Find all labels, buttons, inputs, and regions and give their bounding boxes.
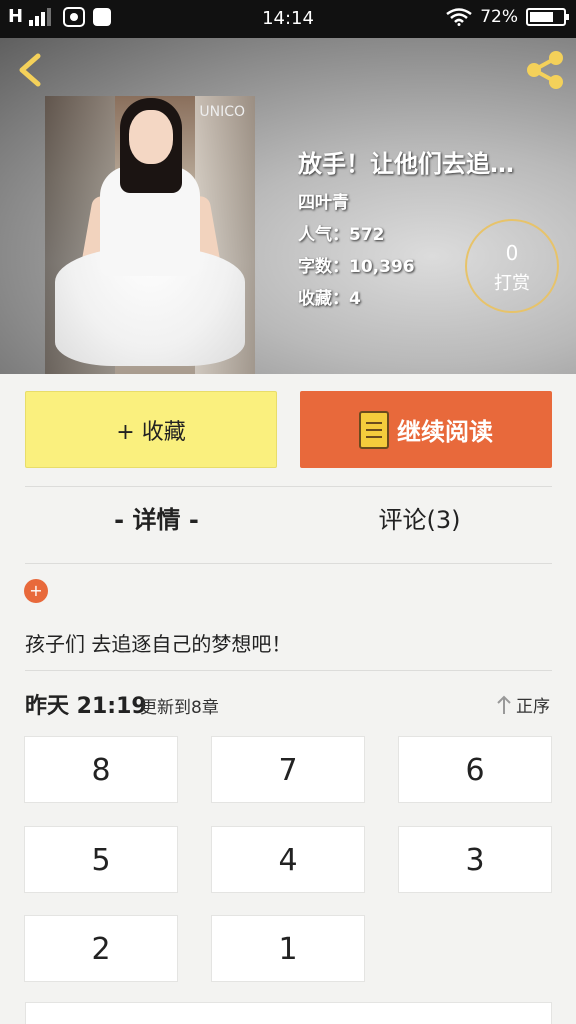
sort-label: 正序 [516,697,550,717]
divider [25,563,552,564]
tab-comments[interactable]: 评论(3) [288,500,551,550]
chapter-button[interactable]: 3 [398,826,552,893]
cover-figure-face [129,110,173,164]
tab-detail[interactable]: - 详情 - [25,500,288,550]
book-icon [359,410,389,449]
tab-comments-label: 评论(3) [378,506,461,534]
chapter-button[interactable]: 4 [211,826,365,893]
book-favorites: 收藏：4 [298,289,361,309]
tip-button[interactable]: 0 打赏 [465,219,559,313]
book-cover[interactable]: UNICO [45,96,255,374]
cover-sign-text: UNICO [199,104,245,120]
tip-count: 0 [505,241,519,265]
book-author[interactable]: 四叶青 [298,188,349,213]
update-info: 昨天 21:19 更新到8章 正序 [25,688,552,720]
book-header: UNICO 放手！让他们去追… 四叶青 人气：572 字数：10,396 收藏：… [0,38,576,374]
wifi-icon [446,8,472,26]
update-text: 更新到8章 [140,698,219,718]
chapter-button[interactable]: 8 [24,736,178,803]
back-button[interactable] [12,48,52,92]
battery-percent: 72% [480,7,518,27]
arrow-up-icon [496,695,512,715]
continue-reading-button[interactable]: 继续阅读 [300,391,552,468]
battery-icon [526,8,569,26]
tab-detail-label: - 详情 - [114,506,199,534]
divider [25,670,552,671]
more-chapters-bar[interactable] [25,1002,552,1024]
continue-reading-label: 继续阅读 [397,418,493,446]
status-right: 72% [446,7,569,27]
divider [25,486,552,487]
chevron-left-icon [19,53,41,87]
sort-button[interactable]: 正序 [496,692,550,717]
collect-label: + 收藏 [116,419,186,445]
battery-fill [530,12,554,22]
collect-button[interactable]: + 收藏 [25,391,277,468]
book-word-count: 字数：10,396 [298,257,415,277]
chapter-button[interactable]: 5 [24,826,178,893]
chapter-button[interactable]: 1 [211,915,365,982]
chapter-button[interactable]: 6 [398,736,552,803]
status-bar: H 14:14 72% [0,0,576,38]
chapter-button[interactable]: 2 [24,915,178,982]
book-title: 放手！让他们去追… [298,150,514,178]
share-icon [527,51,563,89]
tip-label: 打赏 [494,273,530,294]
book-popularity: 人气：572 [298,225,385,245]
share-button[interactable] [522,48,568,92]
plus-icon[interactable]: + [24,579,48,603]
book-description: 孩子们 去追逐自己的梦想吧！ [25,632,292,656]
update-time: 昨天 21:19 [25,694,147,719]
chapter-button[interactable]: 7 [211,736,365,803]
